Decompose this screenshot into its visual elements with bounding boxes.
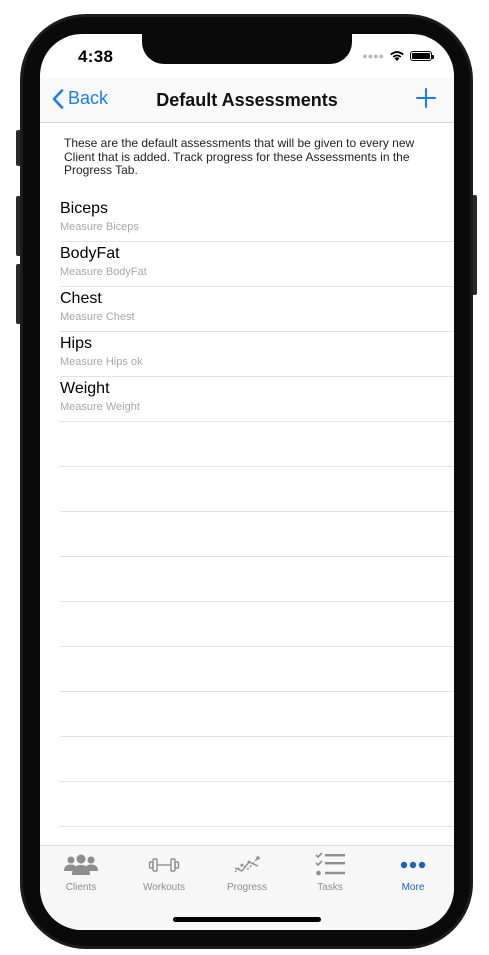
tab-label: More: [401, 882, 425, 893]
empty-row: [60, 602, 454, 647]
tab-workouts[interactable]: Workouts: [123, 852, 205, 893]
empty-row: [60, 692, 454, 737]
list-item[interactable]: Biceps Measure Biceps: [60, 197, 454, 242]
chart-icon: [234, 856, 260, 873]
plus-icon: [416, 88, 436, 108]
assessment-subtitle: Measure BodyFat: [60, 266, 147, 278]
home-indicator[interactable]: [173, 917, 321, 922]
list-item[interactable]: Hips Measure Hips ok: [60, 332, 454, 377]
empty-row: [60, 467, 454, 512]
assessment-title: Weight: [60, 380, 110, 397]
wifi-icon: [390, 51, 404, 61]
empty-row: [60, 422, 454, 467]
content-area: These are the default assessments that w…: [40, 123, 454, 846]
tab-label: Tasks: [317, 882, 343, 893]
description-text: These are the default assessments that w…: [64, 136, 415, 177]
tab-label: Workouts: [142, 882, 186, 893]
tab-bar: Clients Workouts Progress Tasks More: [40, 845, 454, 930]
empty-row: [60, 512, 454, 557]
navigation-bar: Back Default Assessments: [40, 78, 454, 123]
assessment-title: Hips: [60, 335, 93, 352]
status-time: 4:38: [78, 47, 114, 66]
empty-row: [60, 647, 454, 692]
list-item[interactable]: Weight Measure Weight: [60, 377, 454, 422]
tab-progress[interactable]: Progress: [206, 852, 288, 893]
people-icon: [64, 854, 98, 875]
screen: 4:38 ●●●● Back Default Assessments These…: [40, 34, 454, 930]
assessment-subtitle: Measure Chest: [60, 311, 135, 323]
tab-clients[interactable]: Clients: [40, 852, 122, 893]
tab-label: Progress: [226, 882, 267, 893]
battery-icon: [410, 51, 434, 61]
assessment-subtitle: Measure Hips ok: [60, 356, 143, 368]
assessment-subtitle: Measure Weight: [60, 401, 140, 413]
empty-row: [60, 782, 454, 827]
assessment-title: Chest: [60, 290, 102, 307]
empty-row: [60, 557, 454, 602]
assessment-list: Biceps Measure Biceps BodyFat Measure Bo…: [60, 197, 454, 827]
assessment-subtitle: Measure Biceps: [60, 221, 139, 233]
signal-icon: ●●●●: [362, 51, 384, 61]
tab-tasks[interactable]: Tasks: [289, 852, 371, 893]
dumbbell-icon: [148, 858, 180, 872]
notch: [142, 34, 352, 64]
status-indicators: ●●●●: [362, 50, 434, 62]
page-title: Default Assessments: [156, 90, 338, 110]
checklist-icon: [315, 852, 345, 876]
list-item[interactable]: BodyFat Measure BodyFat: [60, 242, 454, 287]
tab-label: Clients: [65, 882, 97, 893]
list-item[interactable]: Chest Measure Chest: [60, 287, 454, 332]
more-icon: [400, 861, 426, 869]
tab-more[interactable]: More: [372, 852, 454, 893]
assessment-title: BodyFat: [60, 245, 120, 262]
add-assessment-button[interactable]: [416, 88, 436, 113]
empty-row: [60, 737, 454, 782]
assessment-title: Biceps: [60, 200, 109, 217]
